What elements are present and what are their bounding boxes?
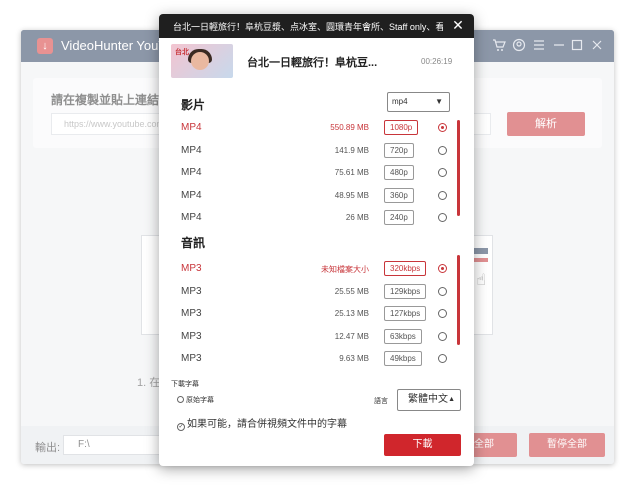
thumbnail-tag: 台北 <box>175 49 189 56</box>
quality-badge: 480p <box>384 165 414 181</box>
audio-section-title: 音訊 <box>181 236 206 250</box>
file-size: 48.95 MB <box>334 190 369 200</box>
quality-badge: 127kbps <box>384 306 427 322</box>
format-radio[interactable] <box>438 354 447 364</box>
format-radio[interactable] <box>438 168 447 178</box>
file-size: 141.9 MB <box>334 145 369 155</box>
download-options-dialog: 台北一日輕旅行！阜杭豆漿、点冰室、圓環青年會所、Staff only、看板...… <box>159 14 474 466</box>
format-name: MP4 <box>181 144 202 156</box>
video-thumbnail: 台北 <box>171 44 233 78</box>
caret-up-icon: ▲ <box>448 396 455 403</box>
original-subtitles-label: 原始字幕 <box>186 397 214 404</box>
format-radio[interactable] <box>438 190 447 200</box>
format-radio[interactable] <box>438 213 447 223</box>
caret-down-icon: ▼ <box>435 97 443 106</box>
format-name: MP3 <box>181 263 202 274</box>
file-size: 25.13 MB <box>334 309 369 319</box>
format-name: MP3 <box>181 330 202 342</box>
dialog-header-title: 台北一日輕旅行！阜杭豆漿、点冰室、圓環青年會所、Staff only、看板... <box>173 22 443 32</box>
merge-subtitles-option[interactable]: ✓ 如果可能，請合併視頻文件中的字幕 <box>177 415 347 431</box>
quality-badge: 129kbps <box>384 283 427 299</box>
format-option-row[interactable]: MP3 未知檔案大小 320kbps <box>181 258 451 280</box>
merge-subtitles-checkbox[interactable]: ✓ <box>177 423 185 431</box>
file-size: 550.89 MB <box>330 123 369 132</box>
format-option-row[interactable]: MP3 25.13 MB 127kbps <box>181 303 451 325</box>
quality-badge: 360p <box>384 187 414 203</box>
language-select[interactable]: 繁體中文 ▲ <box>397 389 461 411</box>
format-radio[interactable] <box>438 286 447 296</box>
file-size: 25.55 MB <box>334 286 369 296</box>
format-option-row[interactable]: MP4 26 MB 240p <box>181 207 451 229</box>
format-radio[interactable] <box>438 264 447 273</box>
language-label: 語言 <box>374 398 388 405</box>
format-name: MP3 <box>181 285 202 297</box>
dialog-header: 台北一日輕旅行！阜杭豆漿、点冰室、圓環青年會所、Staff only、看板...… <box>159 14 474 38</box>
video-scrollbar[interactable] <box>457 120 460 216</box>
format-radio[interactable] <box>438 331 447 341</box>
quality-badge: 1080p <box>384 120 419 135</box>
file-size: 26 MB <box>345 213 369 223</box>
quality-badge: 240p <box>384 210 414 226</box>
format-radio[interactable] <box>438 309 447 319</box>
format-option-row[interactable]: MP4 48.95 MB 360p <box>181 185 451 207</box>
format-name: MP4 <box>181 122 202 133</box>
audio-scrollbar[interactable] <box>457 255 460 345</box>
thumbnail-face <box>191 52 209 70</box>
format-radio[interactable] <box>438 145 447 155</box>
format-option-row[interactable]: MP3 9.63 MB 49kbps <box>181 348 451 370</box>
original-subtitles-radio[interactable] <box>177 396 184 403</box>
format-name: MP3 <box>181 308 202 320</box>
download-button[interactable]: 下載 <box>384 434 461 456</box>
video-title: 台北一日輕旅行！阜杭豆... <box>247 57 378 69</box>
format-name: MP4 <box>181 212 202 224</box>
format-name: MP4 <box>181 167 202 179</box>
video-section-title: 影片 <box>181 98 206 112</box>
file-size: 75.61 MB <box>334 168 369 178</box>
format-option-row[interactable]: MP3 25.55 MB 129kbps <box>181 281 451 303</box>
file-size: 9.63 MB <box>339 354 369 364</box>
format-radio[interactable] <box>438 123 447 132</box>
file-size: 12.47 MB <box>334 331 369 341</box>
format-option-row[interactable]: MP3 12.47 MB 63kbps <box>181 326 451 348</box>
format-name: MP3 <box>181 353 202 365</box>
file-size: 未知檔案大小 <box>321 265 369 274</box>
format-select[interactable]: mp4 ▼ <box>387 92 450 112</box>
format-name: MP4 <box>181 189 202 201</box>
quality-badge: 63kbps <box>384 328 422 344</box>
close-icon[interactable]: ✕ <box>450 17 466 33</box>
format-option-row[interactable]: MP4 75.61 MB 480p <box>181 162 451 184</box>
merge-subtitles-label: 如果可能，請合併視頻文件中的字幕 <box>187 419 347 430</box>
format-select-value: mp4 <box>392 97 408 106</box>
quality-badge: 720p <box>384 142 414 158</box>
subtitles-title: 下載字幕 <box>171 381 199 388</box>
format-option-row[interactable]: MP4 141.9 MB 720p <box>181 140 451 162</box>
quality-badge: 49kbps <box>384 351 422 367</box>
language-select-value: 繁體中文 <box>408 394 448 405</box>
video-duration: 00:26:19 <box>421 57 453 66</box>
quality-badge: 320kbps <box>384 261 427 276</box>
format-option-row[interactable]: MP4 550.89 MB 1080p <box>181 117 451 139</box>
original-subtitles-option[interactable]: 原始字幕 <box>177 395 214 405</box>
